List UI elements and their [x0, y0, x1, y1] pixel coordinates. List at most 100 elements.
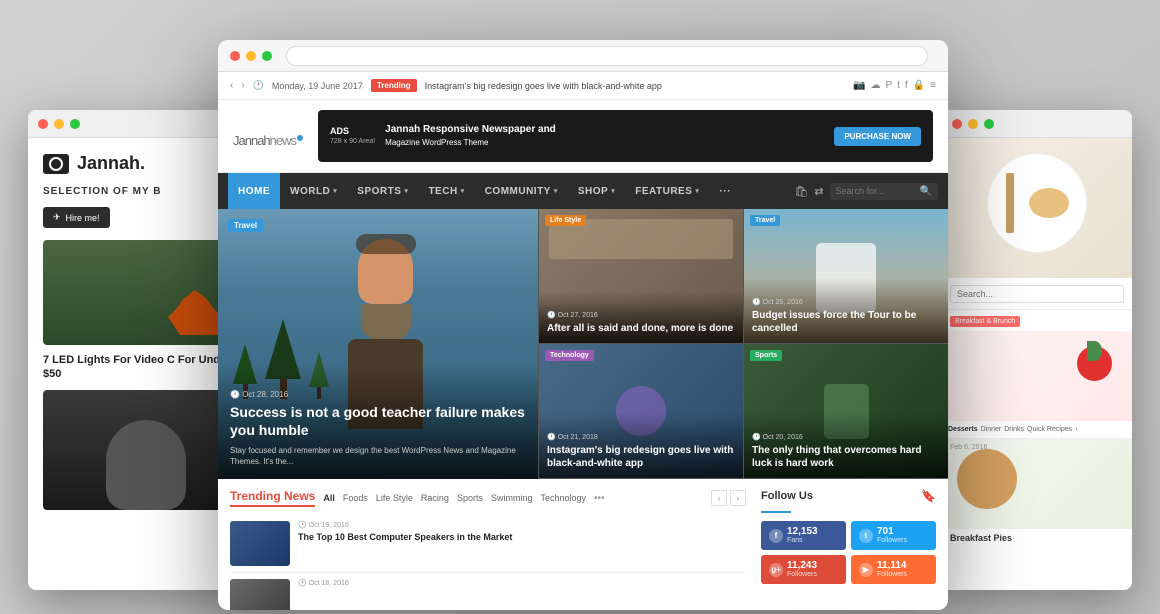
hero-cell-0[interactable]: Life Style 🕐 Oct 27, 2016 After all is s…	[538, 209, 743, 344]
hero-cell-2[interactable]: Technology 🕐 Oct 21, 2018 Instagram's bi…	[538, 344, 743, 479]
right-category-tag[interactable]: Breakfast & Brunch	[950, 316, 1020, 327]
instagram-icon[interactable]: 📷	[853, 80, 865, 91]
cell-tag-1: Travel	[750, 215, 780, 226]
filter-more[interactable]: •••	[594, 493, 605, 504]
maximize-dot[interactable]	[70, 119, 80, 129]
minimize-dot-right[interactable]	[968, 119, 978, 129]
right-image-1	[942, 138, 1132, 278]
twitter-icon[interactable]: t	[897, 80, 900, 91]
filter-technology[interactable]: Technology	[540, 493, 586, 503]
shopping-bag-icon[interactable]: 🛍	[794, 185, 808, 198]
trending-article-0[interactable]: 🕐 Oct 19, 2016 The Top 10 Best Computer …	[230, 515, 746, 573]
nav-world[interactable]: WORLD ▾	[280, 173, 347, 209]
menu-icon[interactable]: ≡	[930, 80, 936, 91]
minimize-dot[interactable]	[54, 119, 64, 129]
clock-icon-2: 🕐	[547, 434, 556, 441]
twitter-follow[interactable]: t 701 Followers	[851, 521, 936, 550]
nav-search-input[interactable]	[836, 186, 916, 196]
hero-cell-1[interactable]: Travel 🕐 Oct 25, 2016 Budget issues forc…	[743, 209, 948, 344]
filter-swimming[interactable]: Swimming	[491, 493, 533, 503]
facebook-icon[interactable]: f	[905, 80, 908, 91]
filter-all[interactable]: All	[323, 493, 335, 503]
nav-home[interactable]: HOME	[228, 173, 280, 209]
search-icon[interactable]: 🔍	[920, 186, 932, 197]
ads-banner: ADS 728 x 90 Area! Jannah Responsive New…	[318, 110, 933, 162]
cell-title-1: Budget issues force the Tour to be cance…	[752, 309, 940, 335]
lock-icon[interactable]: 🔒	[913, 80, 925, 91]
trending-badge: Trending	[371, 79, 417, 92]
clock-icon-0: 🕐	[547, 312, 556, 319]
article-date-1: 🕐 Oct 18, 2016	[298, 579, 349, 587]
tab-desserts[interactable]: Desserts	[948, 425, 978, 434]
trending-prev[interactable]: ‹	[711, 490, 727, 506]
main-minimize-dot[interactable]	[246, 51, 256, 61]
article-date-0: 🕐 Oct 19, 2016	[298, 521, 512, 529]
follow-divider	[761, 511, 791, 513]
google-follow[interactable]: g+ 11,243 Followers	[761, 555, 846, 584]
tab-more[interactable]: ›	[1075, 425, 1077, 434]
hero-main-date: 🕐 Oct 28, 2016	[230, 390, 526, 399]
pie-image	[957, 449, 1017, 509]
filter-lifestyle[interactable]: Life Style	[376, 493, 413, 503]
titlebar-right	[942, 110, 1132, 138]
filter-racing[interactable]: Racing	[421, 493, 449, 503]
nav-more[interactable]: ···	[709, 173, 741, 209]
youtube-info: 11,114 Followers	[877, 561, 928, 578]
nav-sports[interactable]: SPORTS ▾	[347, 173, 418, 209]
plane-icon: ✈	[53, 212, 61, 223]
nav-tech[interactable]: TECH ▾	[418, 173, 474, 209]
follow-header: Follow Us 🔖	[761, 489, 936, 503]
tab-quick-recipes[interactable]: Quick Recipes	[1027, 425, 1072, 434]
right-search-input[interactable]	[950, 285, 1124, 303]
hero-main-title: Success is not a good teacher failure ma…	[230, 403, 526, 439]
tab-drinks[interactable]: Drinks	[1004, 425, 1024, 434]
google-info: 11,243 Followers	[787, 561, 838, 578]
purchase-button[interactable]: PURCHASE NOW	[834, 127, 921, 146]
nav-search: 🔍	[830, 183, 938, 200]
trending-left: Trending News All Foods Life Style Racin…	[230, 489, 746, 610]
nav-community[interactable]: COMMUNITY ▾	[475, 173, 568, 209]
soundcloud-icon[interactable]: ☁	[870, 80, 880, 91]
trending-article-1[interactable]: 🕐 Oct 18, 2016	[230, 573, 746, 610]
hero-cell-3[interactable]: Sports 🕐 Oct 20, 2016 The only thing tha…	[743, 344, 948, 479]
clock-icon: 🕐	[230, 390, 240, 399]
ads-size-label: ADS 728 x 90 Area!	[330, 125, 375, 147]
trending-thumb-1	[230, 579, 290, 610]
url-bar[interactable]	[286, 46, 928, 66]
trending-next[interactable]: ›	[730, 490, 746, 506]
cell-title-3: The only thing that overcomes hard luck …	[752, 444, 940, 470]
youtube-follow[interactable]: ▶ 11,114 Followers	[851, 555, 936, 584]
nav-features[interactable]: FEATURES ▾	[625, 173, 709, 209]
filter-sports[interactable]: Sports	[457, 493, 483, 503]
nav-shop[interactable]: SHOP ▾	[568, 173, 625, 209]
google-count: 11,243	[787, 561, 838, 571]
topbar-next[interactable]: ›	[241, 80, 244, 91]
maximize-dot-right[interactable]	[984, 119, 994, 129]
main-maximize-dot[interactable]	[262, 51, 272, 61]
main-close-dot[interactable]	[230, 51, 240, 61]
facebook-label: Fans	[787, 537, 838, 544]
shop-caret: ▾	[611, 187, 615, 195]
topbar-icons: 📷 ☁ P t f 🔒 ≡	[853, 80, 936, 91]
close-dot-right[interactable]	[952, 119, 962, 129]
pinterest-icon[interactable]: P	[885, 80, 892, 91]
site-logo[interactable]: Jannahnews	[233, 121, 303, 152]
shuffle-icon[interactable]: ⇄	[814, 185, 823, 198]
hire-button[interactable]: ✈ Hire me!	[43, 207, 110, 228]
close-dot[interactable]	[38, 119, 48, 129]
plate	[987, 153, 1087, 253]
right-content: Breakfast & Brunch Desserts Dinner Drink…	[942, 138, 1132, 549]
sports-caret: ▾	[404, 187, 408, 195]
follow-title: Follow Us	[761, 490, 813, 502]
cell-overlay-0: 🕐 Oct 27, 2016 After all is said and don…	[539, 291, 743, 343]
header: Jannahnews ADS 728 x 90 Area! Jannah Res…	[218, 100, 948, 173]
cell-date-1: 🕐 Oct 25, 2016	[752, 298, 940, 306]
logo-dot	[297, 135, 303, 141]
topbar-prev[interactable]: ‹	[230, 80, 233, 91]
tab-dinner[interactable]: Dinner	[981, 425, 1002, 434]
topbar: ‹ › 🕐 Monday, 19 June 2017 Trending Inst…	[218, 72, 948, 100]
community-caret: ▾	[554, 187, 558, 195]
facebook-follow[interactable]: f 12,153 Fans	[761, 521, 846, 550]
filter-foods[interactable]: Foods	[343, 493, 368, 503]
hero-main-article[interactable]: Travel 🕐 Oct 28, 2016 Success is not a g…	[218, 209, 538, 479]
